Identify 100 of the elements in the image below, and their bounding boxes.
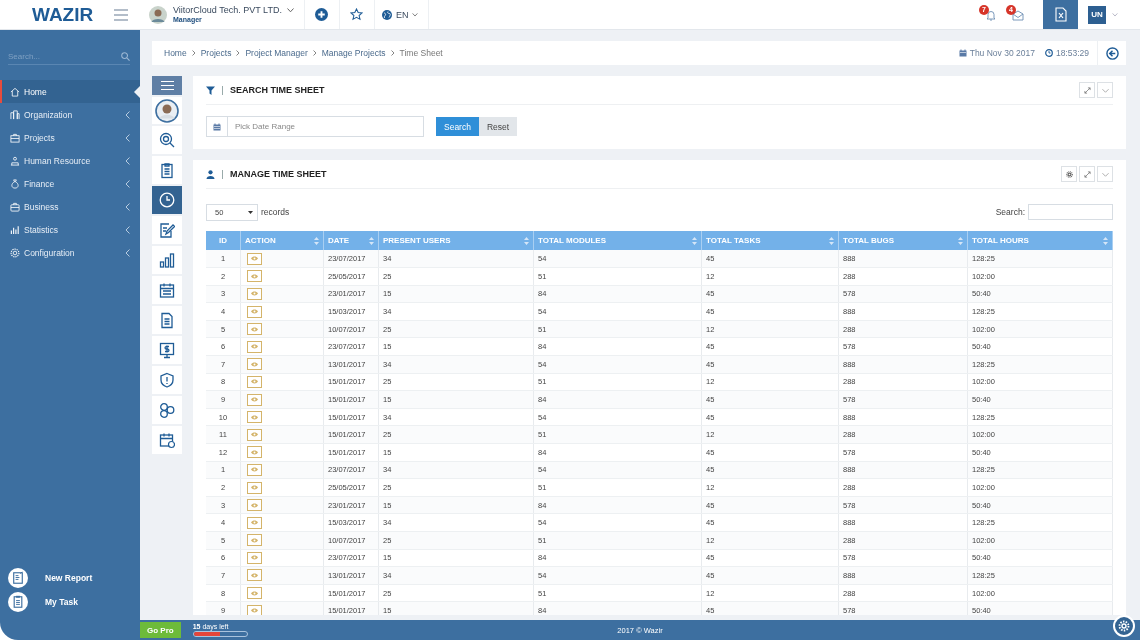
chevron-icon	[390, 50, 395, 56]
chevron-icon	[191, 50, 196, 56]
user-avatar[interactable]: UN	[1088, 5, 1106, 24]
collapse-button[interactable]	[1097, 82, 1113, 98]
tool-button[interactable]	[152, 216, 182, 244]
collapse-button[interactable]	[1097, 166, 1113, 182]
tool-button[interactable]	[152, 156, 182, 184]
tool-button[interactable]	[152, 366, 182, 394]
eye-icon	[251, 432, 258, 438]
reset-button[interactable]: Reset	[478, 117, 518, 136]
tool-button[interactable]	[152, 426, 182, 454]
settings-icon	[1118, 620, 1130, 632]
clipboard-icon[interactable]	[8, 592, 28, 612]
view-button[interactable]	[247, 551, 262, 564]
spreadsheet-icon	[1054, 7, 1067, 22]
settings-button[interactable]	[1061, 166, 1077, 182]
expand-button[interactable]	[1079, 82, 1095, 98]
sidebar-item[interactable]: Configuration	[0, 241, 140, 264]
tool-button[interactable]	[152, 396, 182, 424]
shortcut-link[interactable]: New Report	[45, 573, 93, 583]
briefcase-icon	[10, 132, 20, 143]
bar-chart-icon	[159, 251, 175, 269]
view-button[interactable]	[247, 446, 262, 459]
star-icon[interactable]	[350, 8, 364, 21]
search-button[interactable]: Search	[436, 117, 479, 136]
sidebar-item[interactable]: Human Resource	[0, 149, 140, 172]
language-selector[interactable]: EN	[374, 0, 430, 29]
back-icon[interactable]	[1105, 46, 1119, 60]
building-icon	[10, 109, 20, 120]
view-button[interactable]	[247, 358, 262, 371]
chevron-icon	[125, 110, 130, 119]
table-search-field[interactable]	[1028, 204, 1113, 220]
clipboard-icon	[159, 161, 175, 179]
sidebar-item[interactable]: Home	[0, 80, 140, 103]
tool-button[interactable]	[152, 306, 182, 334]
view-button[interactable]	[247, 270, 262, 283]
chevron-icon	[125, 156, 130, 165]
view-button[interactable]	[247, 604, 262, 615]
eye-icon	[251, 467, 258, 473]
breadcrumb-current: Time Sheet	[399, 48, 443, 58]
sidebar-item[interactable]: Statistics	[0, 218, 140, 241]
view-button[interactable]	[247, 481, 262, 494]
spreadsheet-button[interactable]	[1043, 0, 1078, 29]
tool-button[interactable]	[152, 276, 182, 304]
sidebar-item[interactable]: Finance	[0, 172, 140, 195]
panel-title: SEARCH TIME SHEET	[230, 85, 326, 95]
view-button[interactable]	[247, 323, 262, 336]
eye-icon	[251, 344, 258, 350]
menu-button[interactable]	[152, 76, 182, 95]
breadcrumb-link[interactable]: Projects	[200, 48, 232, 58]
clock-icon	[159, 191, 175, 209]
caret-icon	[412, 12, 419, 17]
breadcrumb-link[interactable]: Project Manager	[245, 48, 308, 58]
view-button[interactable]	[247, 375, 262, 388]
avatar[interactable]	[155, 98, 179, 123]
shortcut-link[interactable]: My Task	[45, 597, 78, 607]
eye-icon	[251, 326, 258, 332]
sidebar-item[interactable]: Projects	[0, 126, 140, 149]
chevron-icon	[312, 50, 317, 56]
zoom-icon	[159, 131, 175, 149]
calendar-icon	[159, 431, 175, 449]
date-range-field[interactable]: Pick Date Range	[206, 116, 424, 137]
sort-icon	[1103, 236, 1108, 245]
money-bag-icon	[10, 178, 20, 189]
chevron-icon	[125, 248, 130, 257]
view-button[interactable]	[247, 569, 262, 582]
caret-icon	[1112, 12, 1118, 17]
view-button[interactable]	[247, 499, 262, 512]
view-button[interactable]	[247, 288, 262, 300]
menu-icon[interactable]	[114, 8, 128, 21]
view-button[interactable]	[247, 516, 262, 529]
eye-icon	[251, 573, 258, 578]
report-icon[interactable]	[8, 568, 28, 588]
view-button[interactable]	[247, 534, 262, 547]
view-button[interactable]	[247, 393, 262, 406]
briefcase-icon	[10, 201, 20, 212]
add-icon[interactable]	[315, 8, 329, 21]
breadcrumb-link[interactable]: Manage Projects	[321, 48, 386, 58]
view-button[interactable]	[247, 340, 262, 353]
sidebar-item[interactable]: Organization	[0, 103, 140, 126]
view-button[interactable]	[247, 587, 262, 600]
expand-button[interactable]	[1079, 166, 1095, 182]
sidebar-item[interactable]: Business	[0, 195, 140, 218]
tool-button[interactable]	[152, 126, 182, 154]
view-button[interactable]	[247, 428, 262, 441]
eye-icon	[251, 397, 258, 403]
view-button[interactable]	[247, 463, 262, 476]
circles-icon	[159, 401, 175, 419]
view-button[interactable]	[247, 252, 262, 265]
tool-button[interactable]	[152, 336, 182, 364]
eye-icon	[251, 485, 258, 490]
mail-icon	[1012, 8, 1024, 21]
panel-title: MANAGE TIME SHEET	[230, 169, 328, 179]
view-button[interactable]	[247, 305, 262, 318]
breadcrumb-link[interactable]: Home	[164, 48, 187, 58]
tool-button[interactable]	[152, 246, 182, 274]
menu-icon	[160, 81, 174, 90]
tool-button[interactable]	[152, 186, 182, 214]
bell-icon	[985, 8, 997, 21]
view-button[interactable]	[247, 411, 262, 424]
